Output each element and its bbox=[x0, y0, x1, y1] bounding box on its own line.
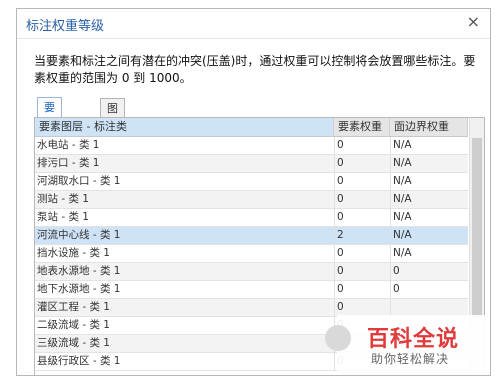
table-row[interactable]: 河流中心线 - 类 1 2 N/A bbox=[35, 227, 468, 245]
boundary-weight-cell[interactable]: 0 bbox=[390, 263, 468, 280]
scrollbar-thumb[interactable] bbox=[472, 138, 482, 318]
boundary-weight-cell[interactable]: N/A bbox=[390, 227, 468, 244]
layer-class-cell: 地下水源地 - 类 1 bbox=[37, 283, 121, 295]
feature-weight-cell[interactable]: 0 bbox=[334, 173, 390, 190]
feature-weight-cell[interactable]: 0 bbox=[334, 155, 390, 172]
layer-class-cell: 水电站 - 类 1 bbox=[37, 139, 100, 151]
feature-weight-cell[interactable]: 0 bbox=[334, 137, 390, 154]
layer-class-cell: 灌区工程 - 类 1 bbox=[37, 301, 110, 313]
layer-class-cell: 三级流域 - 类 1 bbox=[37, 337, 110, 349]
boundary-weight-cell[interactable]: N/A bbox=[390, 173, 468, 190]
tab-graphics-layers[interactable]: 图形图层 bbox=[100, 98, 125, 175]
layer-class-cell: 测站 - 类 1 bbox=[37, 193, 89, 205]
table-header: 要素图层 - 标注类 要素权重 面边界权重 bbox=[35, 118, 468, 137]
feature-weight-cell[interactable]: 2 bbox=[334, 227, 390, 244]
layer-class-cell: 排污口 - 类 1 bbox=[37, 157, 100, 169]
table-row[interactable]: 排污口 - 类 1 0 N/A bbox=[35, 155, 468, 173]
layer-class-cell: 二级流域 - 类 1 bbox=[37, 319, 110, 331]
description-text: 当要素和标注之间有潜在的冲突(压盖)时，通过权重可以控制将会放置哪些标注。要素权… bbox=[34, 54, 476, 85]
label-weight-dialog: 标注权重等级 × 当要素和标注之间有潜在的冲突(压盖)时，通过权重可以控制将会放… bbox=[16, 8, 491, 376]
feature-weight-cell[interactable]: 0 bbox=[334, 209, 390, 226]
column-header-boundary-weight[interactable]: 面边界权重 bbox=[390, 118, 468, 136]
column-header-layer-class[interactable]: 要素图层 - 标注类 bbox=[35, 118, 334, 136]
watermark-logo-text: 百科全说 bbox=[367, 327, 460, 352]
boundary-weight-cell[interactable]: N/A bbox=[390, 191, 468, 208]
title-bar: 标注权重等级 × bbox=[17, 9, 490, 39]
column-header-feature-weight[interactable]: 要素权重 bbox=[334, 118, 390, 136]
table-row[interactable]: 挡水设施 - 类 1 0 N/A bbox=[35, 245, 468, 263]
table-row[interactable]: 河湖取水口 - 类 1 0 N/A bbox=[35, 173, 468, 191]
table-row[interactable]: 泵站 - 类 1 0 N/A bbox=[35, 209, 468, 227]
table-row[interactable]: 水电站 - 类 1 0 N/A bbox=[35, 137, 468, 155]
boundary-weight-cell[interactable]: N/A bbox=[390, 137, 468, 154]
feature-weight-cell[interactable]: 0 bbox=[334, 299, 390, 316]
boundary-weight-cell[interactable]: N/A bbox=[390, 155, 468, 172]
feature-weight-cell[interactable]: 0 bbox=[334, 281, 390, 298]
table-row[interactable]: 测站 - 类 1 0 N/A bbox=[35, 191, 468, 209]
layer-class-cell: 泵站 - 类 1 bbox=[37, 211, 89, 223]
tab-feature-layers[interactable]: 要素图层 bbox=[37, 97, 62, 174]
dialog-title: 标注权重等级 bbox=[26, 19, 105, 34]
table-row[interactable]: 地表水源地 - 类 1 00 bbox=[35, 263, 468, 281]
table-row[interactable]: 地下水源地 - 类 1 00 bbox=[35, 281, 468, 299]
watermark-subtext: 助你轻松解决 bbox=[371, 352, 450, 366]
layer-class-cell: 县级行政区 - 类 1 bbox=[37, 355, 121, 367]
feature-weight-cell[interactable]: 0 bbox=[334, 263, 390, 280]
boundary-weight-cell[interactable]: N/A bbox=[390, 209, 468, 226]
close-icon[interactable]: × bbox=[467, 13, 480, 31]
layer-class-cell: 地表水源地 - 类 1 bbox=[37, 265, 121, 277]
watermark: 百科全说 助你轻松解决 bbox=[325, 315, 490, 375]
feature-weight-cell[interactable]: 0 bbox=[334, 191, 390, 208]
boundary-weight-cell[interactable]: 0 bbox=[390, 281, 468, 298]
layer-class-cell: 河湖取水口 - 类 1 bbox=[37, 175, 121, 187]
layer-class-cell: 挡水设施 - 类 1 bbox=[37, 247, 110, 259]
boundary-weight-cell[interactable] bbox=[390, 299, 468, 316]
boundary-weight-cell[interactable]: N/A bbox=[390, 245, 468, 262]
feature-weight-cell[interactable]: 0 bbox=[334, 245, 390, 262]
layer-class-cell: 河流中心线 - 类 1 bbox=[37, 229, 121, 241]
watermark-logo-icon bbox=[325, 325, 351, 351]
